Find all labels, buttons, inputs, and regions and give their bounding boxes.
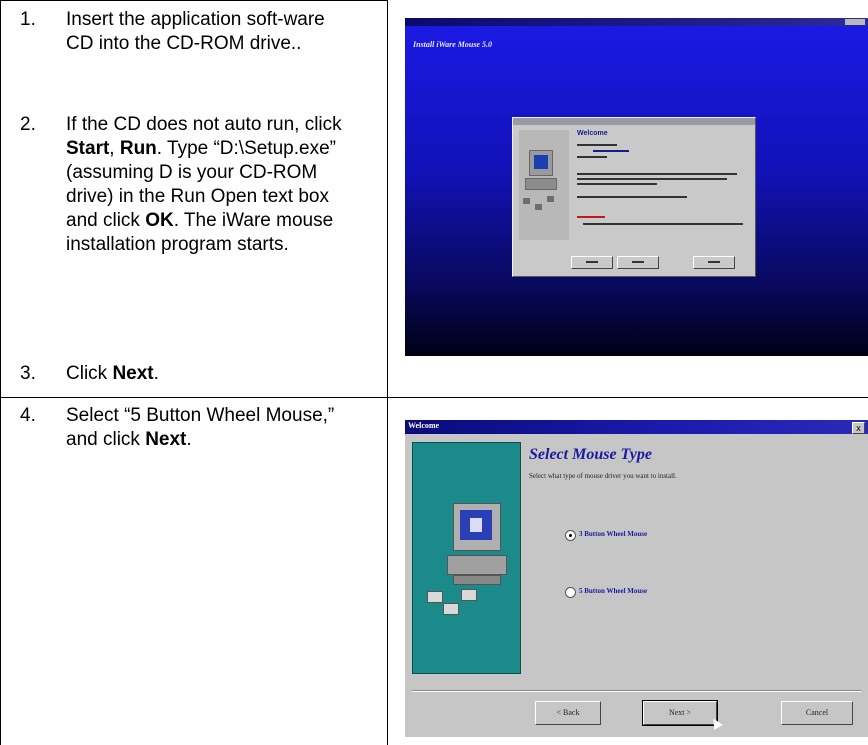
- step-text: Select “5 Button Wheel Mouse,” and click…: [66, 405, 335, 450]
- floppy-disk-icon: [461, 589, 477, 601]
- step-number: 1.: [20, 9, 36, 30]
- text-line: [577, 156, 607, 158]
- back-button[interactable]: [571, 256, 613, 269]
- table-row-divider: [0, 397, 868, 398]
- run-keyword: Run: [119, 138, 157, 159]
- cancel-button[interactable]: Cancel: [781, 701, 853, 725]
- wizard-side-panel: [412, 442, 521, 674]
- text-line: [577, 183, 657, 185]
- radio-button-icon[interactable]: [565, 530, 576, 541]
- dialog-heading: Welcome: [577, 130, 608, 137]
- floppy-disk-icon: [547, 196, 554, 202]
- title-bar: Welcome x: [405, 420, 868, 434]
- step-text: Click Next.: [66, 363, 159, 384]
- table-border-left: [0, 0, 1, 745]
- divider: [412, 690, 861, 691]
- cancel-button[interactable]: [693, 256, 735, 269]
- text-line: [577, 173, 737, 175]
- next-keyword: Next: [145, 429, 187, 450]
- ok-keyword: OK: [145, 210, 174, 231]
- floppy-disk-icon: [427, 591, 443, 603]
- text-line: [577, 178, 727, 180]
- text-line: [577, 196, 687, 198]
- text-line: [593, 150, 629, 152]
- wizard-heading: Select Mouse Type: [529, 446, 652, 463]
- start-keyword: Start: [66, 138, 110, 159]
- back-button[interactable]: < Back: [535, 701, 601, 725]
- step-text: Insert the application soft-ware CD into…: [66, 9, 325, 54]
- step-text: If the CD does not auto run, click Start…: [66, 114, 342, 255]
- step-number: 2.: [20, 114, 36, 135]
- dialog-title-bar: [513, 118, 755, 125]
- keyboard: [453, 575, 501, 585]
- window-controls: [845, 19, 865, 25]
- wizard-subtitle: Select what type of mouse driver you wan…: [529, 472, 677, 480]
- computer-icon: [453, 503, 501, 551]
- step-number: 3.: [20, 363, 36, 384]
- computer-base: [447, 555, 507, 575]
- floppy-disk-icon: [443, 603, 459, 615]
- next-keyword: Next: [112, 363, 154, 384]
- text-line: [577, 144, 617, 146]
- next-button[interactable]: [617, 256, 659, 269]
- window-title: Welcome: [408, 421, 440, 430]
- table-border-top: [0, 0, 388, 1]
- floppy-disk-icon: [535, 204, 542, 210]
- text-line: [577, 216, 605, 218]
- option-label[interactable]: 3 Button Wheel Mouse: [579, 530, 647, 538]
- computer-icon: [529, 150, 553, 176]
- title-bar: [405, 18, 868, 26]
- step-number: 4.: [20, 405, 36, 426]
- welcome-dialog: Welcome: [512, 117, 756, 277]
- select-mouse-type-screenshot: Welcome x Select Mouse Type Select what …: [405, 420, 868, 737]
- installer-title: Install iWare Mouse 5.0: [413, 40, 492, 49]
- option-label[interactable]: 5 Button Wheel Mouse: [579, 587, 647, 595]
- table-column-divider: [387, 0, 388, 745]
- text-line: [583, 223, 743, 225]
- computer-base: [525, 178, 557, 190]
- radio-button-icon[interactable]: [565, 587, 576, 598]
- installer-splash-screenshot: Install iWare Mouse 5.0 Welcome: [405, 18, 868, 356]
- close-icon[interactable]: x: [852, 422, 865, 434]
- next-button[interactable]: Next >: [642, 700, 718, 726]
- floppy-disk-icon: [523, 198, 530, 204]
